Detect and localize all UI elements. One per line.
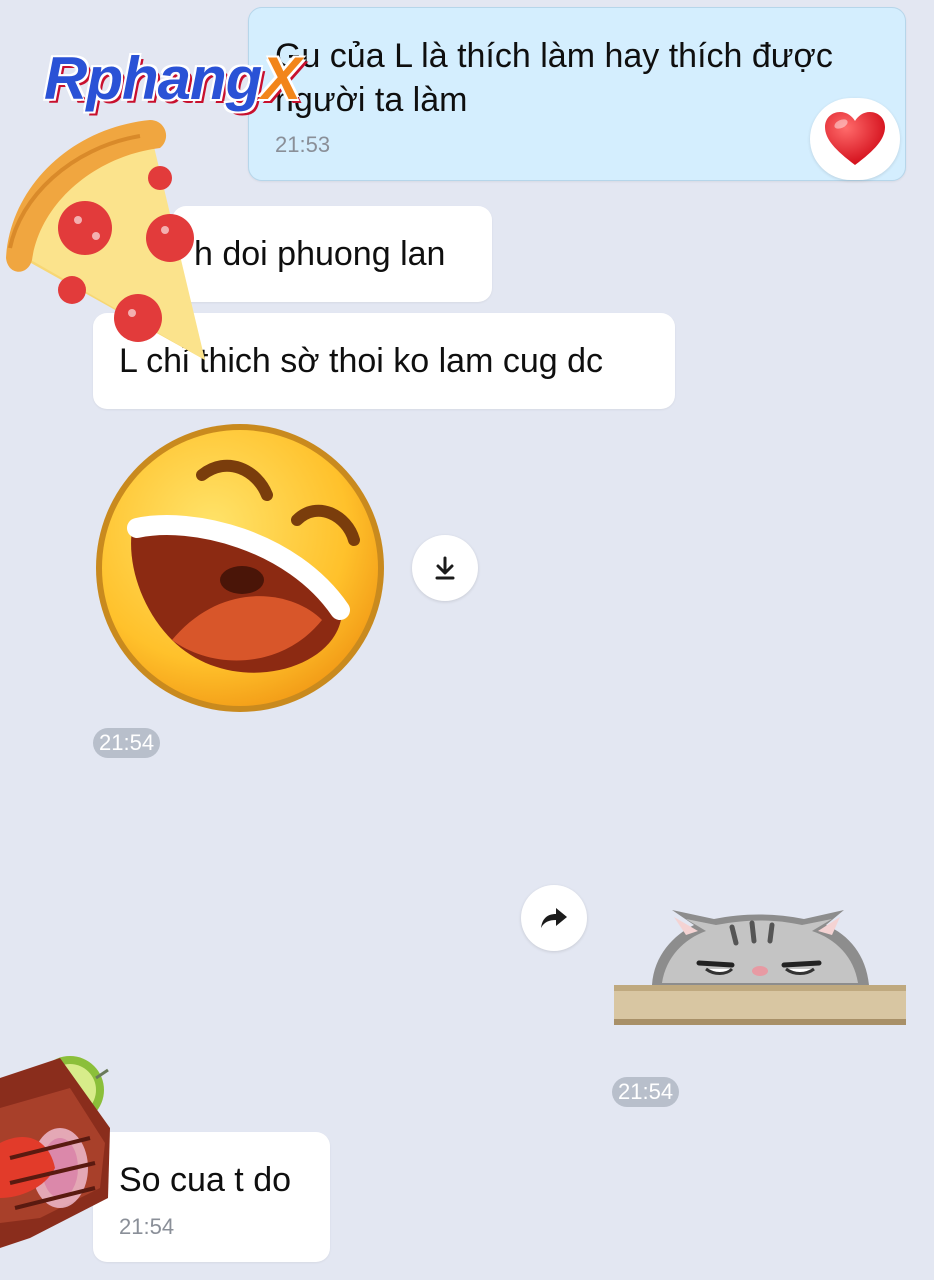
message-time: 21:54: [612, 1077, 680, 1107]
incoming-message[interactable]: So cua t do 21:54: [93, 1132, 330, 1262]
incoming-message[interactable]: h doi phuong lan: [172, 206, 492, 302]
message-text: Gu của L là thích làm hay thích được ngư…: [275, 37, 833, 119]
laughing-face-sticker[interactable]: [92, 420, 388, 716]
grilled-meat: [0, 1056, 110, 1248]
pizza-slice: [6, 120, 205, 360]
peeking-cat-sticker[interactable]: [614, 905, 906, 1027]
message-time: 21:54: [93, 728, 161, 758]
watermark-logo: RphangX: [44, 45, 301, 112]
outgoing-message[interactable]: Gu của L là thích làm hay thích được ngư…: [248, 7, 906, 181]
heart-reaction[interactable]: [810, 98, 900, 180]
download-icon: [435, 556, 455, 580]
forward-icon: [541, 908, 567, 928]
message-text: h doi phuong lan: [194, 235, 446, 273]
forward-button[interactable]: [521, 885, 587, 951]
heart-icon: [825, 112, 885, 165]
download-button[interactable]: [412, 535, 478, 601]
message-text: So cua t do: [119, 1161, 292, 1199]
message-time: 21:53: [275, 132, 331, 157]
message-time: 21:54: [119, 1214, 175, 1239]
